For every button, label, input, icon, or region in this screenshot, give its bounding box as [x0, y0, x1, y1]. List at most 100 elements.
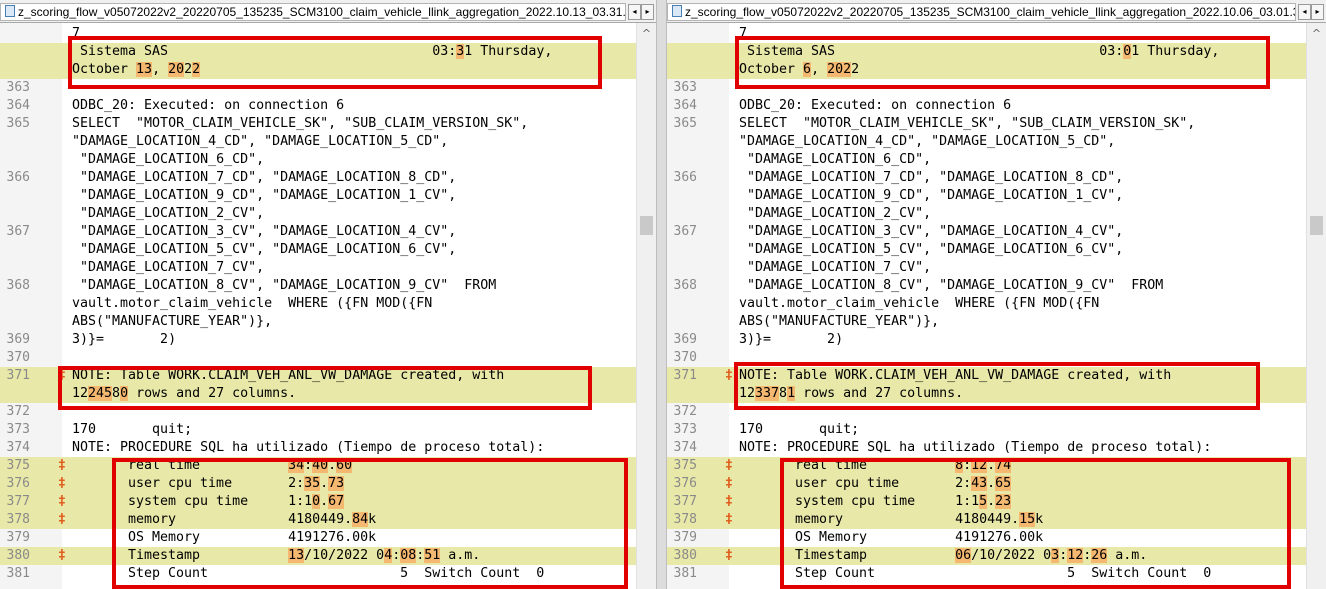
left-vertical-scrollbar[interactable]: ^ — [636, 23, 656, 589]
log-line: "DAMAGE_LOCATION_2_CV", — [667, 205, 1326, 223]
diff-highlight: 8 — [955, 458, 964, 473]
line-number: 375 — [6, 458, 30, 473]
diff-highlight: 0 — [312, 494, 321, 509]
left-tab-title: z_scoring_flow_v05072022v2_20220705_1352… — [18, 5, 626, 19]
log-line: 376 ‡ user cpu time 2:43.65 — [667, 475, 1326, 493]
diff-highlight: 2 — [192, 62, 201, 77]
line-number: 372 — [6, 404, 30, 419]
line-text: user cpu time 2:43.65 — [795, 476, 1012, 491]
line-text: "DAMAGE_LOCATION_5_CV", "DAMAGE_LOCATION… — [739, 242, 1124, 257]
log-line: 367 "DAMAGE_LOCATION_3_CV", "DAMAGE_LOCA… — [667, 223, 1326, 241]
diff-highlight: 3 — [1051, 548, 1060, 563]
log-line: October 6, 2022 — [667, 61, 1326, 79]
line-text: Timestamp 13/10/2022 04:08:51 a.m. — [128, 548, 481, 563]
diff-highlight: 26 — [1091, 548, 1108, 563]
line-text: "DAMAGE_LOCATION_8_CV", "DAMAGE_LOCATION… — [72, 278, 497, 293]
line-number: 374 — [6, 440, 30, 455]
line-text: Sistema SAS 03:31 Thursday, — [72, 44, 553, 59]
log-line: 372 — [667, 403, 1326, 421]
line-text: Timestamp 06/10/2022 03:12:26 a.m. — [795, 548, 1148, 563]
line-number: 364 — [6, 98, 30, 113]
log-line: ABS("MANUFACTURE_YEAR")}, — [0, 313, 656, 331]
scrollbar-thumb[interactable] — [1310, 216, 1323, 235]
line-text: NOTE: Table WORK.CLAIM_VEH_ANL_VW_DAMAGE… — [72, 368, 505, 383]
log-line: 378 ‡ memory 4180449.84k — [0, 511, 656, 529]
line-text: memory 4180449.84k — [128, 512, 377, 527]
diff-highlight: 40 — [312, 458, 329, 473]
line-text: "DAMAGE_LOCATION_3_CV", "DAMAGE_LOCATION… — [739, 224, 1124, 239]
line-text: "DAMAGE_LOCATION_7_CD", "DAMAGE_LOCATION… — [72, 170, 457, 185]
log-line: "DAMAGE_LOCATION_6_CD", — [0, 151, 656, 169]
diff-marker-icon: ‡ — [725, 476, 733, 491]
diff-highlight: 0 — [120, 386, 129, 401]
tab-next-icon[interactable]: ▸ — [1311, 4, 1324, 20]
line-text: OS Memory 4191276.00k — [795, 530, 1044, 545]
line-text: "DAMAGE_LOCATION_2_CV", — [72, 206, 265, 221]
line-text: 1233781 rows and 27 columns. — [739, 386, 964, 401]
line-text: SELECT "MOTOR_CLAIM_VEHICLE_SK", "SUB_CL… — [72, 116, 529, 131]
right-vertical-scrollbar[interactable]: ^ — [1306, 23, 1326, 589]
diff-highlight: 08 — [400, 548, 417, 563]
line-number: 371 — [673, 368, 697, 383]
line-text: 170 quit; — [739, 422, 860, 437]
scrollbar-thumb[interactable] — [640, 216, 653, 235]
line-number: 367 — [673, 224, 697, 239]
right-file-tab[interactable]: z_scoring_flow_v05072022v2_20220705_1352… — [667, 3, 1296, 21]
log-line: 364 ODBC_20: Executed: on connection 6 — [0, 97, 656, 115]
log-line: 369 3)}= 2) — [0, 331, 656, 349]
line-text: system cpu time 1:10.67 — [128, 494, 345, 509]
log-line: 365 SELECT "MOTOR_CLAIM_VEHICLE_SK", "SUB… — [0, 115, 656, 133]
diff-highlight: 73 — [328, 476, 345, 491]
left-tab-nav: ◂ ▸ — [628, 4, 654, 20]
log-line: 376 ‡ user cpu time 2:35.73 — [0, 475, 656, 493]
log-line: 366 "DAMAGE_LOCATION_7_CD", "DAMAGE_LOCA… — [0, 169, 656, 187]
line-text: "DAMAGE_LOCATION_7_CV", — [739, 260, 932, 275]
file-icon — [5, 5, 15, 17]
right-compare-pane: z_scoring_flow_v05072022v2_20220705_1352… — [667, 0, 1326, 589]
log-line: 380 ‡ Timestamp 13/10/2022 04:08:51 a.m. — [0, 547, 656, 565]
left-compare-pane: z_scoring_flow_v05072022v2_20220705_1352… — [0, 0, 656, 589]
log-line: 371 ‡ NOTE: Table WORK.CLAIM_VEH_ANL_VW_DA… — [667, 367, 1326, 385]
line-number: 367 — [6, 224, 30, 239]
line-text: "DAMAGE_LOCATION_4_CD", "DAMAGE_LOCATION… — [72, 134, 449, 149]
tab-prev-icon[interactable]: ◂ — [1298, 4, 1311, 20]
line-text: real time 34:40.60 — [128, 458, 353, 473]
tab-next-icon[interactable]: ▸ — [641, 4, 654, 20]
left-file-tab[interactable]: z_scoring_flow_v05072022v2_20220705_1352… — [0, 3, 626, 21]
diff-highlight: 0 — [1123, 44, 1132, 59]
diff-marker-icon: ‡ — [725, 548, 733, 563]
line-text: system cpu time 1:15.23 — [795, 494, 1012, 509]
log-line: 368 "DAMAGE_LOCATION_8_CV", "DAMAGE_LOCA… — [667, 277, 1326, 295]
log-line: 377 ‡ system cpu time 1:10.67 — [0, 493, 656, 511]
log-line: 7 — [667, 25, 1326, 43]
log-line: 366 "DAMAGE_LOCATION_7_CD", "DAMAGE_LOCA… — [667, 169, 1326, 187]
log-line: ABS("MANUFACTURE_YEAR")}, — [667, 313, 1326, 331]
diff-highlight: 4 — [384, 548, 393, 563]
file-icon — [672, 5, 682, 17]
log-line: 367 "DAMAGE_LOCATION_3_CV", "DAMAGE_LOCA… — [0, 223, 656, 241]
diff-highlight: 5 — [979, 494, 988, 509]
log-line: "DAMAGE_LOCATION_4_CD", "DAMAGE_LOCATION… — [0, 133, 656, 151]
diff-highlight: 51 — [424, 548, 441, 563]
scroll-up-icon[interactable]: ^ — [1307, 27, 1326, 40]
diff-highlight: 65 — [995, 476, 1012, 491]
log-line: 375 ‡ real time 8:12.74 — [667, 457, 1326, 475]
log-line: 1233781 rows and 27 columns. — [667, 385, 1326, 403]
line-text: NOTE: PROCEDURE SQL ha utilizado (Tiempo… — [739, 440, 1212, 455]
diff-highlight: 23 — [995, 494, 1012, 509]
scroll-up-icon[interactable]: ^ — [637, 27, 656, 40]
line-number: 365 — [673, 116, 697, 131]
diff-highlight: 84 — [352, 512, 369, 527]
pane-splitter[interactable] — [656, 0, 667, 589]
diff-highlight: 1 — [787, 386, 796, 401]
line-text: ODBC_20: Executed: on connection 6 — [739, 98, 1012, 113]
log-line: 379 OS Memory 4191276.00k — [0, 529, 656, 547]
log-line: 377 ‡ system cpu time 1:15.23 — [667, 493, 1326, 511]
diff-highlight: 13 — [136, 62, 153, 77]
line-number: 381 — [673, 566, 697, 581]
log-line: "DAMAGE_LOCATION_9_CD", "DAMAGE_LOCATION… — [0, 187, 656, 205]
tab-prev-icon[interactable]: ◂ — [628, 4, 641, 20]
log-line: 374 NOTE: PROCEDURE SQL ha utilizado (Tie… — [667, 439, 1326, 457]
line-number: 374 — [673, 440, 697, 455]
left-file-tab-bar: z_scoring_flow_v05072022v2_20220705_1352… — [0, 0, 656, 23]
